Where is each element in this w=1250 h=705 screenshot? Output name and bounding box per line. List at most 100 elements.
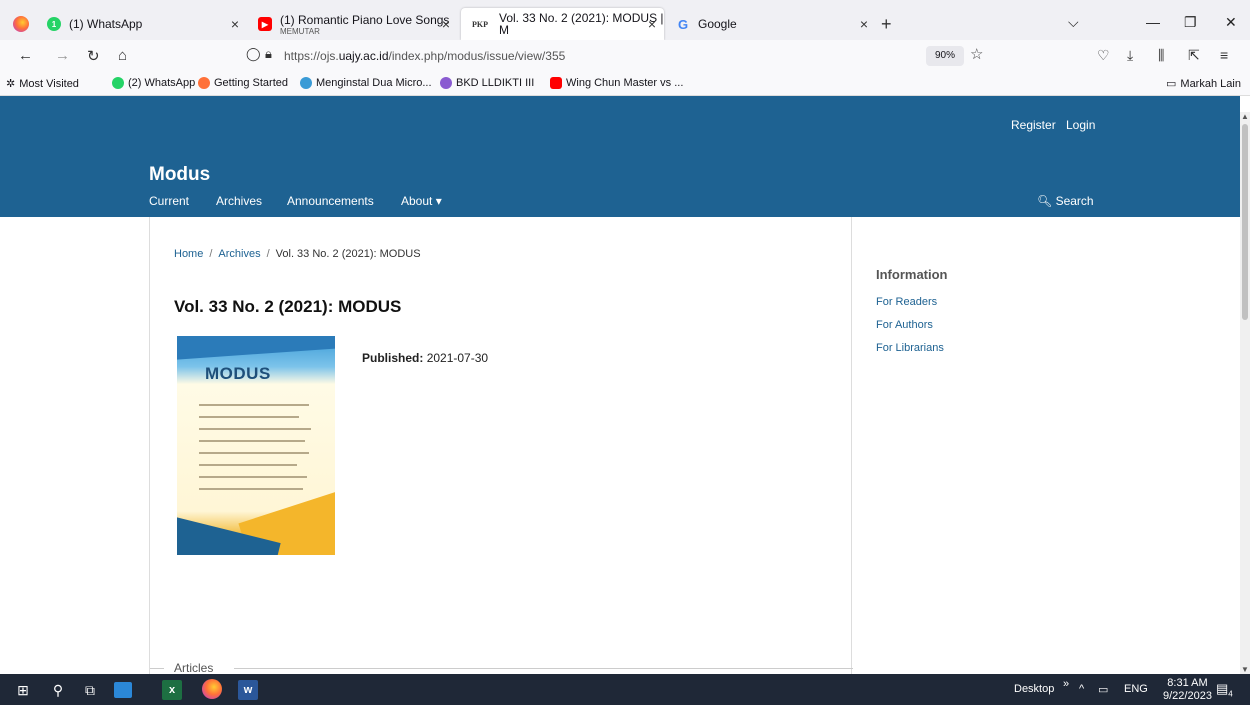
forward-button[interactable]: →: [55, 47, 70, 64]
network-icon[interactable]: ▭: [1098, 683, 1108, 696]
bookmark-bkd[interactable]: BKD LLDIKTI III: [440, 77, 534, 89]
sidebar-link-librarians[interactable]: For Librarians: [876, 342, 948, 354]
close-window-button[interactable]: ✕: [1225, 14, 1237, 31]
notification-icon[interactable]: ▤4: [1216, 681, 1233, 699]
share-icon[interactable]: ⇱: [1188, 47, 1200, 64]
firefox-menu-icon[interactable]: [13, 16, 29, 32]
sidebar-link-readers[interactable]: For Readers: [876, 296, 948, 308]
nav-about[interactable]: About ▾: [401, 194, 442, 208]
clock-time: 8:31 AM: [1167, 677, 1208, 689]
close-icon[interactable]: ×: [231, 16, 239, 32]
breadcrumb: Home / Archives / Vol. 33 No. 2 (2021): MODU…: [174, 248, 421, 260]
page-title: Vol. 33 No. 2 (2021): MODUS: [174, 297, 402, 316]
nav-archives[interactable]: Archives: [216, 194, 262, 208]
nav-announcements[interactable]: Announcements: [287, 194, 374, 208]
lock-icon[interactable]: 🔒︎: [265, 46, 272, 62]
site-header: Register Login Modus Current Archives An…: [0, 96, 1240, 217]
page-scrollbar[interactable]: ▲ ▼: [1240, 112, 1250, 674]
bookmark-star-icon[interactable]: ☆: [970, 45, 983, 63]
firefox-taskbar-icon[interactable]: [202, 679, 222, 699]
login-link[interactable]: Login: [1066, 118, 1095, 132]
youtube-icon: [550, 77, 562, 89]
firefox-icon: [198, 77, 210, 89]
nav-current[interactable]: Current: [149, 194, 189, 208]
desktop-toolbar-label[interactable]: Desktop: [1014, 683, 1054, 695]
chevron-icon[interactable]: »: [1063, 678, 1069, 690]
register-link[interactable]: Register: [1011, 118, 1056, 132]
cover-text-line: [199, 416, 299, 418]
pocket-icon[interactable]: ♡: [1097, 47, 1110, 64]
library-icon[interactable]: ⫼: [1158, 47, 1164, 64]
cover-logo: MODUS: [205, 364, 271, 383]
bookmark-other[interactable]: ▭ Markah Lain: [1166, 77, 1241, 91]
tab-title: Google: [698, 17, 737, 31]
cover-text-line: [199, 476, 307, 478]
zoom-level[interactable]: 90%: [926, 46, 964, 66]
shield-icon[interactable]: ◯: [246, 46, 261, 62]
sidebar-link-authors[interactable]: For Authors: [876, 319, 948, 331]
tab-title: (1) Romantic Piano Love Songs: [280, 12, 450, 27]
windows-taskbar: ⊞ ⚲ ⧉ x w Desktop » ^ ▭ ENG 8:31 AM 9/22…: [0, 674, 1250, 705]
pkp-icon: PKP: [472, 19, 488, 29]
downloads-icon[interactable]: ⤓: [1127, 47, 1133, 64]
back-button[interactable]: ←: [18, 47, 33, 64]
word-icon[interactable]: w: [238, 680, 258, 700]
tab-whatsapp[interactable]: 1 (1) WhatsApp ×: [47, 8, 247, 40]
tab-title: Vol. 33 No. 2 (2021): MODUS | M: [499, 11, 664, 37]
main-content: Home / Archives / Vol. 33 No. 2 (2021): MODU…: [149, 217, 853, 674]
tab-strip: 1 (1) WhatsApp × ▶ (1) Romantic Piano Lo…: [0, 0, 1250, 40]
tab-subtitle: MEMUTAR: [280, 26, 320, 36]
url-bar[interactable]: ◯ 🔒︎ https://ojs.uajy.ac.id/index.php/mo…: [236, 43, 994, 69]
windows-start-icon[interactable]: ⊞: [13, 680, 33, 700]
folder-icon: ▭: [1166, 78, 1177, 90]
bookmark-menginstal[interactable]: Menginstal Dua Micro...: [300, 77, 432, 89]
clock[interactable]: 8:31 AM 9/22/2023: [1163, 677, 1212, 703]
scrollbar-thumb[interactable]: [1242, 124, 1248, 320]
cover-text-line: [199, 464, 297, 466]
bookmark-whatsapp[interactable]: (2) WhatsApp: [112, 77, 195, 89]
bookmark-wing-chun[interactable]: Wing Chun Master vs ...: [550, 77, 683, 89]
gear-icon: ✲: [6, 78, 16, 90]
new-tab-button[interactable]: +: [881, 14, 892, 35]
bookmarks-toolbar: ✲ Most Visited (2) WhatsApp Getting Start…: [0, 72, 1250, 96]
show-hidden-icons[interactable]: ^: [1079, 683, 1084, 695]
language-indicator[interactable]: ENG: [1124, 683, 1148, 695]
globe-icon: [300, 77, 312, 89]
bookmark-getting-started[interactable]: Getting Started: [198, 77, 288, 89]
excel-icon[interactable]: x: [162, 680, 182, 700]
scroll-up-icon[interactable]: ▲: [1241, 112, 1249, 121]
home-button[interactable]: ⌂: [118, 47, 127, 64]
whatsapp-icon: [112, 77, 124, 89]
youtube-icon: ▶: [258, 17, 272, 31]
breadcrumb-home[interactable]: Home: [174, 248, 203, 260]
clock-date: 9/22/2023: [1163, 690, 1212, 702]
search-link[interactable]: 🔍︎ Search: [1037, 194, 1094, 208]
site-name[interactable]: Modus: [149, 164, 210, 186]
search-icon[interactable]: ⚲: [48, 680, 68, 700]
list-tabs-icon[interactable]: ⌵: [1068, 14, 1079, 31]
url-text[interactable]: https://ojs.uajy.ac.id/index.php/modus/i…: [284, 49, 565, 63]
cover-text-line: [199, 428, 311, 430]
tab-google[interactable]: G Google ×: [676, 8, 876, 40]
scroll-down-icon[interactable]: ▼: [1241, 665, 1249, 674]
close-icon[interactable]: ×: [442, 16, 450, 32]
search-icon: 🔍︎: [1037, 194, 1053, 208]
cover-text-line: [199, 488, 303, 490]
cover-text-line: [199, 440, 305, 442]
breadcrumb-current: Vol. 33 No. 2 (2021): MODUS: [275, 248, 421, 260]
close-icon[interactable]: ×: [860, 16, 868, 32]
restore-button[interactable]: ❐: [1184, 14, 1197, 31]
close-icon[interactable]: ×: [648, 16, 656, 32]
minimize-button[interactable]: —: [1146, 14, 1160, 30]
hamburger-menu-icon[interactable]: ≡: [1220, 47, 1228, 63]
tab-modus-active[interactable]: PKP Vol. 33 No. 2 (2021): MODUS | M ×: [461, 8, 664, 40]
reload-button[interactable]: ↻: [87, 47, 100, 65]
bookmark-most-visited[interactable]: ✲ Most Visited: [6, 77, 79, 91]
breadcrumb-archives[interactable]: Archives: [218, 248, 260, 260]
tab-youtube[interactable]: ▶ (1) Romantic Piano Love Songs MEMUTAR …: [258, 8, 458, 40]
sidebar-information: Information For Readers For Authors For …: [876, 267, 948, 365]
issue-cover-image[interactable]: MODUS: [177, 336, 335, 555]
file-explorer-icon[interactable]: [114, 682, 132, 698]
published-date: Published: 2021-07-30: [362, 351, 489, 365]
task-view-icon[interactable]: ⧉: [80, 680, 100, 700]
